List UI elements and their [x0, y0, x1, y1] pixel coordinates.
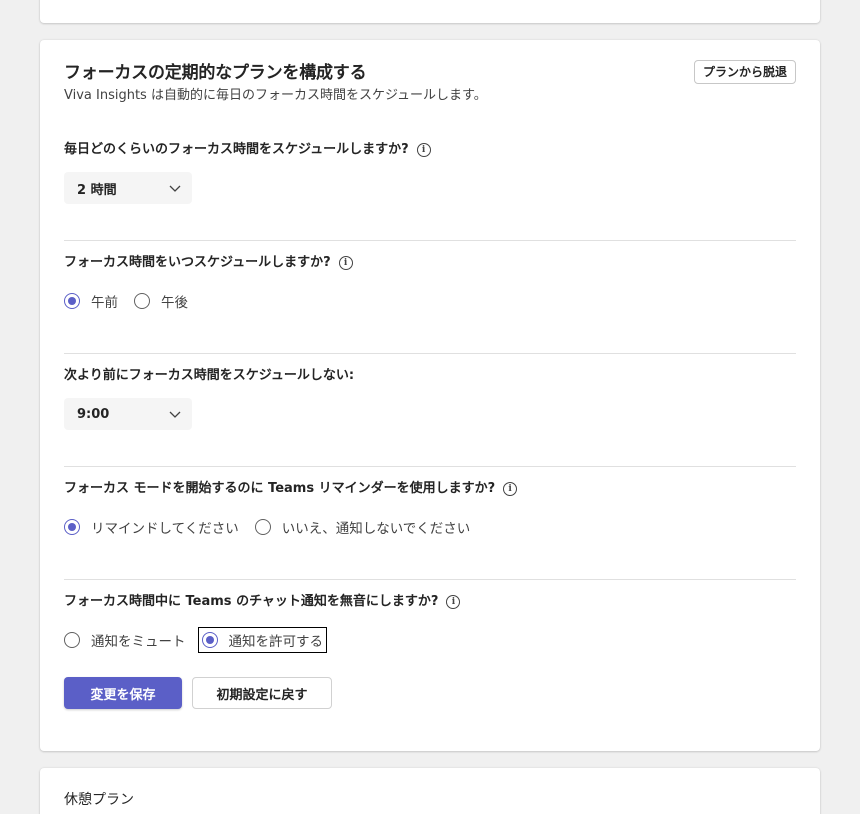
focus-plan-subtitle: Viva Insights は自動的に毎日のフォーカス時間をスケジュールします。	[64, 88, 487, 103]
previous-card	[40, 0, 820, 23]
leave-plan-button[interactable]: プランから脱退	[693, 60, 796, 84]
daily-focus-duration-label: 毎日どのくらいのフォーカス時間をスケジュールしますか?	[64, 142, 409, 157]
focus-plan-header: フォーカスの定期的なプランを構成する Viva Insights は自動的に毎日…	[64, 40, 796, 128]
teams-reminder-section: フォーカス モードを開始するのに Teams リマインダーを使用しますか? i …	[64, 467, 796, 580]
focus-time-of-day-radio-group: 午前 午後	[64, 290, 796, 312]
radio-label: いいえ、通知しないでください	[281, 521, 471, 537]
radio-mute-notifications[interactable]: 通知をミュート	[64, 630, 186, 650]
radio-circle	[64, 519, 80, 535]
focus-time-of-day-label: フォーカス時間をいつスケジュールしますか?	[64, 255, 331, 270]
radio-circle	[134, 293, 150, 309]
chevron-down-icon	[169, 411, 181, 418]
question-label: フォーカス時間をいつスケジュールしますか? i	[64, 253, 796, 273]
break-plan-card: 休憩プラン	[40, 768, 820, 814]
question-label: フォーカス モードを開始するのに Teams リマインダーを使用しますか? i	[64, 479, 796, 499]
radio-do-not-remind[interactable]: いいえ、通知しないでください	[254, 517, 471, 537]
radio-label: 午後	[161, 295, 188, 311]
chat-notifications-radio-group: 通知をミュート 通知を許可する	[64, 627, 796, 653]
daily-focus-duration-dropdown[interactable]: 2 時間	[64, 172, 192, 204]
radio-label: リマインドしてください	[91, 521, 239, 537]
radio-allow-notifications[interactable]: 通知を許可する	[197, 627, 327, 653]
radio-circle	[64, 293, 80, 309]
question-label: 次より前にフォーカス時間をスケジュールしない:	[64, 366, 796, 386]
chevron-down-icon	[169, 185, 181, 192]
info-icon[interactable]: i	[503, 482, 518, 496]
chat-notifications-label: フォーカス時間中に Teams のチャット通知を無音にしますか?	[64, 594, 439, 609]
earliest-start-section: 次より前にフォーカス時間をスケジュールしない: 9:00	[64, 354, 796, 467]
focus-plan-card: フォーカスの定期的なプランを構成する Viva Insights は自動的に毎日…	[40, 40, 820, 751]
radio-circle	[64, 632, 80, 648]
radio-remind-me[interactable]: リマインドしてください	[64, 517, 239, 537]
focus-plan-title: フォーカスの定期的なプランを構成する	[64, 63, 367, 83]
save-changes-button[interactable]: 変更を保存	[64, 677, 182, 709]
radio-morning[interactable]: 午前	[64, 291, 118, 311]
question-label: フォーカス時間中に Teams のチャット通知を無音にしますか? i	[64, 592, 796, 612]
info-icon[interactable]: i	[416, 143, 431, 157]
info-icon[interactable]: i	[446, 595, 461, 609]
radio-label: 午前	[91, 295, 118, 311]
dropdown-value: 2 時間	[77, 182, 117, 198]
radio-circle	[254, 519, 271, 535]
dropdown-value: 9:00	[77, 406, 110, 422]
radio-label: 通知を許可する	[228, 634, 324, 650]
teams-reminder-label: フォーカス モードを開始するのに Teams リマインダーを使用しますか?	[64, 481, 496, 496]
earliest-start-dropdown[interactable]: 9:00	[64, 398, 192, 430]
info-icon[interactable]: i	[338, 256, 353, 270]
radio-label: 通知をミュート	[91, 634, 186, 650]
break-plan-title: 休憩プラン	[64, 792, 134, 808]
reset-defaults-button[interactable]: 初期設定に戻す	[192, 677, 332, 709]
focus-time-of-day-section: フォーカス時間をいつスケジュールしますか? i 午前 午後	[64, 241, 796, 354]
teams-reminder-radio-group: リマインドしてください いいえ、通知しないでください	[64, 516, 796, 538]
form-actions: 変更を保存 初期設定に戻す	[64, 677, 796, 709]
earliest-start-label: 次より前にフォーカス時間をスケジュールしない:	[64, 368, 355, 383]
radio-circle	[201, 632, 218, 648]
daily-focus-duration-section: 毎日どのくらいのフォーカス時間をスケジュールしますか? i 2 時間	[64, 128, 796, 241]
question-label: 毎日どのくらいのフォーカス時間をスケジュールしますか? i	[64, 140, 796, 160]
radio-afternoon[interactable]: 午後	[134, 291, 188, 311]
